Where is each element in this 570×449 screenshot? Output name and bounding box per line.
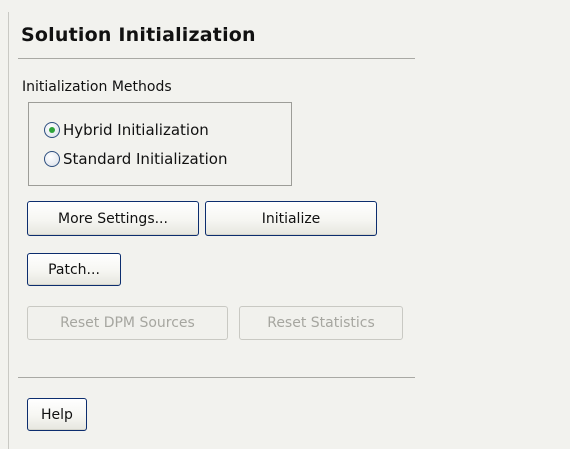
help-button[interactable]: Help bbox=[27, 398, 87, 431]
radio-hybrid-initialization[interactable]: Hybrid Initialization bbox=[44, 121, 209, 139]
title-divider bbox=[18, 58, 415, 59]
radio-hybrid-label: Hybrid Initialization bbox=[63, 121, 209, 139]
more-settings-button[interactable]: More Settings... bbox=[27, 201, 199, 236]
panel-left-border bbox=[8, 12, 9, 449]
radio-selected-icon[interactable] bbox=[44, 122, 60, 138]
radio-standard-initialization[interactable]: Standard Initialization bbox=[44, 150, 227, 168]
initialize-button[interactable]: Initialize bbox=[205, 201, 377, 236]
patch-button[interactable]: Patch... bbox=[27, 253, 121, 286]
reset-statistics-button: Reset Statistics bbox=[239, 306, 403, 340]
radio-standard-label: Standard Initialization bbox=[63, 150, 228, 168]
initialization-methods-group bbox=[28, 102, 292, 186]
panel-title: Solution Initialization bbox=[21, 24, 256, 46]
reset-dpm-sources-button: Reset DPM Sources bbox=[27, 306, 228, 340]
bottom-divider bbox=[18, 377, 415, 378]
solution-initialization-panel: Solution Initialization Initialization M… bbox=[0, 0, 570, 449]
radio-unselected-icon[interactable] bbox=[44, 151, 60, 167]
initialization-methods-label: Initialization Methods bbox=[22, 79, 172, 95]
